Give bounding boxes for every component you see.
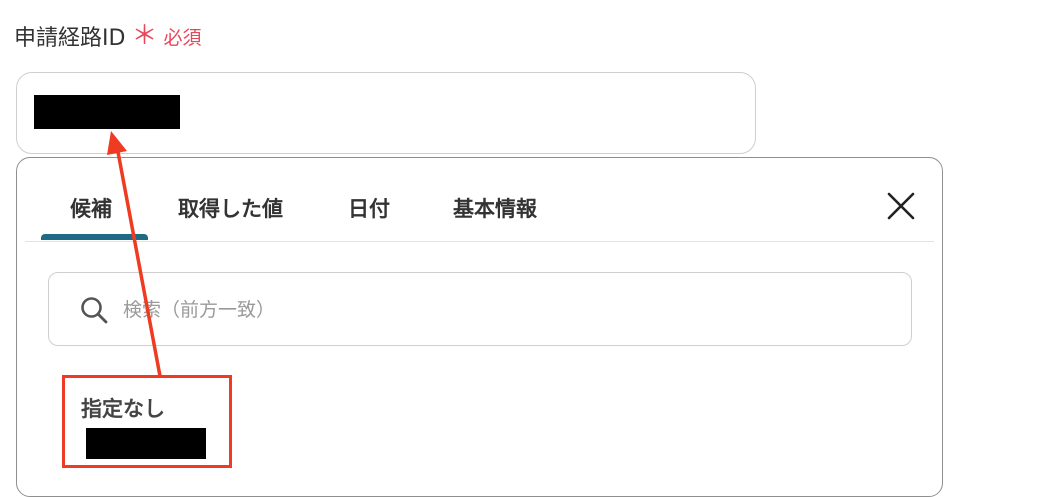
required-asterisk: ＊ [131,21,158,51]
field-label: 申請経路ID ＊ 必須 [14,20,201,52]
tab-divider [25,241,934,242]
annotation-highlight-box [62,375,232,468]
tab-date[interactable]: 日付 [348,193,390,223]
redacted-value [34,95,180,129]
tab-retrieved-values[interactable]: 取得した値 [178,193,283,223]
route-id-input[interactable] [16,72,756,154]
close-icon [887,192,915,220]
field-label-text: 申請経路ID [14,26,126,51]
tab-bar: 候補 取得した値 日付 基本情報 [17,158,942,242]
search-input[interactable] [121,289,885,331]
required-badge: 必須 [163,26,202,49]
tab-basic-info[interactable]: 基本情報 [453,193,537,223]
search-icon [81,297,108,324]
search-box [48,272,912,346]
close-button[interactable] [881,186,921,226]
active-tab-indicator [41,234,148,240]
tab-candidates[interactable]: 候補 [70,193,112,223]
